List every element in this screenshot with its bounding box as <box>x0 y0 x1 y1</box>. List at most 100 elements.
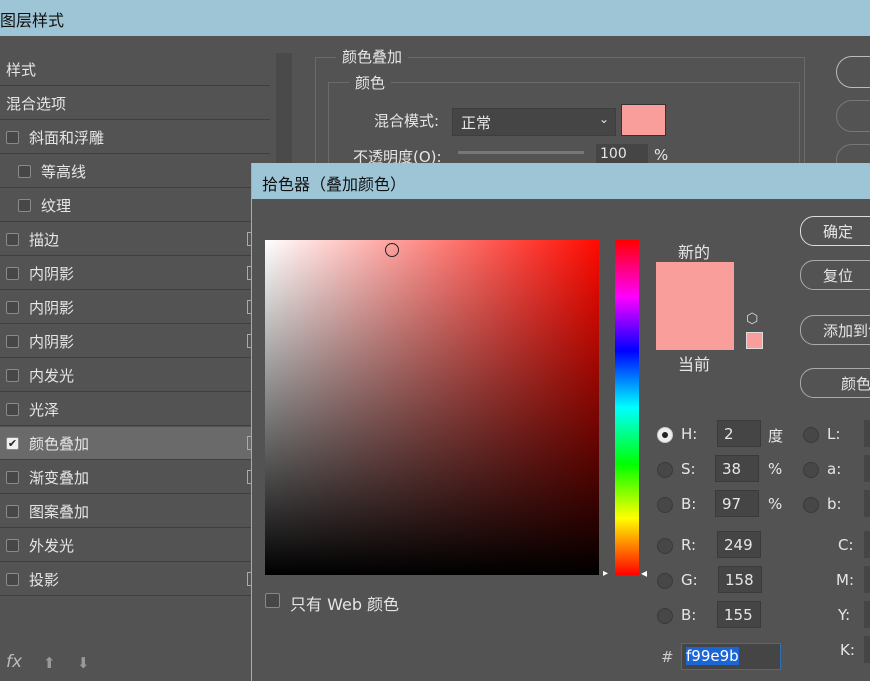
sidebar-item-label: 颜色叠加 <box>29 434 90 453</box>
hue-slider-right-handle[interactable]: ◂ <box>641 566 647 580</box>
sidebar-item[interactable]: ✔ 颜色叠加 <box>0 427 270 460</box>
k-label: K: <box>840 641 855 659</box>
a-label: a: <box>827 460 842 478</box>
checkbox[interactable] <box>6 266 19 280</box>
sidebar-item[interactable]: 等高线 <box>0 155 270 188</box>
sidebar-item[interactable]: 外发光 <box>0 529 270 562</box>
checkbox[interactable] <box>6 368 19 382</box>
checkbox[interactable] <box>18 198 31 212</box>
radio-a[interactable] <box>803 462 819 478</box>
sidebar-item[interactable]: 内阴影 <box>0 325 270 358</box>
s-input[interactable]: 38 <box>715 455 759 482</box>
sidebar-item[interactable]: 图案叠加 <box>0 495 270 528</box>
y-input[interactable] <box>864 601 870 628</box>
sidebar-item[interactable]: 内阴影 <box>0 291 270 324</box>
hex-input[interactable]: f99e9b <box>681 643 781 670</box>
radio-l[interactable] <box>803 427 819 443</box>
radio-lab-b[interactable] <box>803 497 819 513</box>
checkbox[interactable] <box>6 504 19 518</box>
sidebar-item-label: 样式 <box>6 60 37 79</box>
color-libraries-button[interactable]: 颜色库 <box>800 368 870 398</box>
sidebar-item[interactable]: 内阴影 <box>0 257 270 290</box>
checkbox[interactable] <box>18 164 31 178</box>
radio-r[interactable] <box>657 538 673 554</box>
color-overlay-title: 颜色叠加 <box>336 46 409 67</box>
current-color-label: 当前 <box>678 355 711 374</box>
radio-s[interactable] <box>657 462 673 478</box>
reset-button[interactable]: 复位 <box>800 260 870 290</box>
sidebar-item[interactable]: 斜面和浮雕 <box>0 121 270 154</box>
sidebar-item-label: 内发光 <box>29 366 75 385</box>
a-input[interactable] <box>864 455 870 482</box>
web-only-checkbox[interactable] <box>265 593 280 608</box>
sidebar-item[interactable]: 样式 <box>0 53 270 86</box>
sidebar-item[interactable]: 描边 <box>0 223 270 256</box>
opacity-input[interactable]: 100 <box>596 144 648 164</box>
checkbox[interactable] <box>6 572 19 586</box>
checkbox[interactable] <box>6 300 19 314</box>
radio-g[interactable] <box>657 573 673 589</box>
k-input[interactable] <box>864 636 870 663</box>
current-color-swatch[interactable] <box>656 306 734 350</box>
color-cursor[interactable] <box>385 243 399 257</box>
sidebar-item[interactable]: 渐变叠加 <box>0 461 270 494</box>
b-input[interactable]: 97 <box>715 490 759 517</box>
s-label: S: <box>681 460 696 478</box>
lab-b-input[interactable] <box>864 490 870 517</box>
s-unit: % <box>768 460 783 478</box>
sidebar-item[interactable]: 投影 <box>0 563 270 596</box>
sidebar-item-label: 内阴影 <box>29 298 75 317</box>
checkbox[interactable] <box>6 402 19 416</box>
m-input[interactable] <box>864 566 870 593</box>
web-safe-swatch[interactable] <box>746 332 763 349</box>
color-subtitle: 颜色 <box>349 72 392 93</box>
sidebar-item-label: 混合选项 <box>6 94 67 113</box>
l-input[interactable] <box>864 420 870 447</box>
hue-slider[interactable] <box>615 240 639 575</box>
sidebar-item[interactable]: 混合选项 <box>0 87 270 120</box>
sidebar-item[interactable]: 光泽 <box>0 393 270 426</box>
checkbox[interactable] <box>6 538 19 552</box>
checkbox[interactable] <box>6 232 19 246</box>
l-label: L: <box>827 425 841 443</box>
r-input[interactable]: 249 <box>717 531 761 558</box>
opacity-slider[interactable] <box>458 151 584 154</box>
layer-style-titlebar: 图层样式 <box>0 0 870 36</box>
b-label: B: <box>681 495 697 513</box>
sidebar-item-label: 投影 <box>29 570 60 589</box>
color-lib-label: 颜色库 <box>841 375 870 393</box>
sidebar-item[interactable]: 内发光 <box>0 359 270 392</box>
cube-icon[interactable]: ⬡ <box>746 311 758 327</box>
new-color-label: 新的 <box>678 243 711 262</box>
add-to-swatches-button[interactable]: 添加到色板 <box>800 315 870 345</box>
radio-h[interactable] <box>657 427 673 443</box>
arrow-down-icon[interactable]: ⬇ <box>77 654 90 672</box>
new-color-swatch <box>656 262 734 306</box>
ok-button[interactable]: 确定 <box>800 216 870 246</box>
radio-b[interactable] <box>657 497 673 513</box>
checkbox[interactable] <box>6 130 19 144</box>
h-input[interactable]: 2 <box>717 420 761 447</box>
arrow-up-icon[interactable]: ⬆ <box>43 654 56 672</box>
blend-mode-select[interactable]: 正常 ⌄ <box>452 108 616 136</box>
sidebar-item-label: 斜面和浮雕 <box>29 128 105 147</box>
fx-button[interactable]: fx <box>6 652 22 672</box>
sidebar-item[interactable]: 纹理 <box>0 189 270 222</box>
c-input[interactable] <box>864 531 870 558</box>
checkbox[interactable] <box>6 470 19 484</box>
checkbox[interactable]: ✔ <box>6 436 19 450</box>
dialog-cancel-button[interactable] <box>836 100 870 132</box>
radio-blue[interactable] <box>657 608 673 624</box>
hue-slider-left-handle[interactable]: ▸ <box>603 568 608 579</box>
overlay-color-swatch[interactable] <box>621 104 666 136</box>
lab-b-label: b: <box>827 495 842 513</box>
sidebar-item-label: 内阴影 <box>29 332 75 351</box>
g-input[interactable]: 158 <box>718 566 762 593</box>
sidebar-item-label: 等高线 <box>41 162 87 181</box>
blue-input[interactable]: 155 <box>717 601 761 628</box>
checkbox[interactable] <box>6 334 19 348</box>
reset-label: 复位 <box>823 267 854 285</box>
color-field[interactable] <box>265 240 599 575</box>
b-unit: % <box>768 495 783 513</box>
dialog-ok-button[interactable] <box>836 56 870 88</box>
